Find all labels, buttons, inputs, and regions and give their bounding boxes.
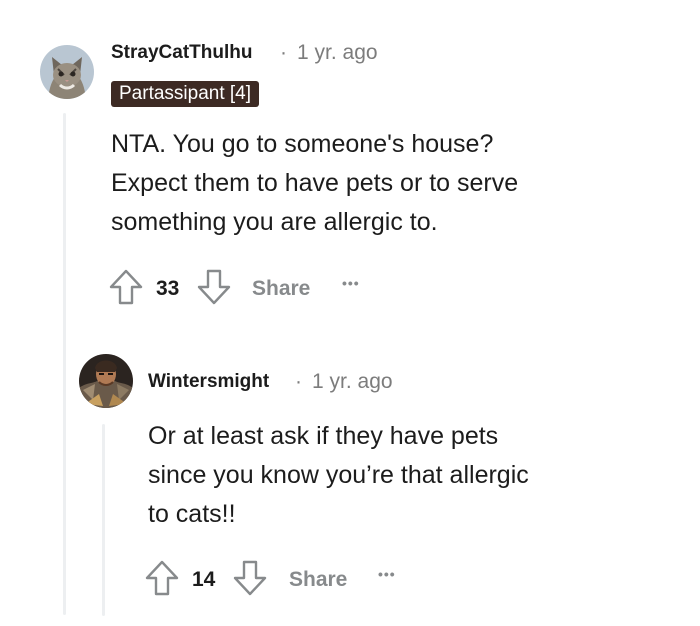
- username[interactable]: StrayCatThulhu: [111, 42, 252, 64]
- warrior-avatar-icon: [79, 354, 133, 408]
- downvote-button[interactable]: [196, 268, 232, 306]
- timestamp[interactable]: 1 yr. ago: [312, 370, 393, 394]
- user-flair: Partassipant [4]: [111, 81, 260, 107]
- upvote-arrow-icon: [109, 269, 143, 305]
- upvote-button[interactable]: [144, 559, 180, 597]
- comment-body: NTA. You go to someone's house? Expect t…: [111, 125, 518, 242]
- user-avatar[interactable]: [79, 354, 133, 408]
- thread-line[interactable]: [63, 113, 66, 615]
- downvote-arrow-icon: [233, 560, 267, 596]
- comment-body: Or at least ask if they have pets since …: [148, 417, 529, 534]
- meta-separator: ·: [280, 41, 287, 64]
- comment-text-line: NTA. You go to someone's house?: [111, 130, 494, 158]
- upvote-button[interactable]: [108, 268, 144, 306]
- vote-count: 33: [156, 277, 180, 300]
- downvote-button[interactable]: [232, 559, 268, 597]
- vote-count: 14: [192, 568, 216, 591]
- user-avatar[interactable]: [40, 45, 94, 99]
- cat-avatar-icon: [40, 45, 94, 99]
- upvote-arrow-icon: [145, 560, 179, 596]
- comment-text-line: something you are allergic to.: [111, 208, 438, 236]
- timestamp[interactable]: 1 yr. ago: [297, 41, 378, 65]
- comment-text-line: Expect them to have pets or to serve: [111, 169, 519, 197]
- downvote-arrow-icon: [197, 269, 231, 305]
- username[interactable]: Wintersmight: [148, 371, 269, 393]
- more-options-icon[interactable]: •••: [342, 275, 360, 291]
- share-button[interactable]: Share: [289, 568, 347, 592]
- comment-text-line: Or at least ask if they have pets: [148, 422, 499, 450]
- comment-text-line: to cats!!: [148, 500, 236, 528]
- comment-text-line: since you know you’re that allergic: [148, 461, 529, 489]
- meta-separator: ·: [295, 370, 302, 393]
- more-options-icon[interactable]: •••: [378, 566, 396, 582]
- share-button[interactable]: Share: [252, 277, 310, 301]
- thread-line[interactable]: [102, 424, 105, 616]
